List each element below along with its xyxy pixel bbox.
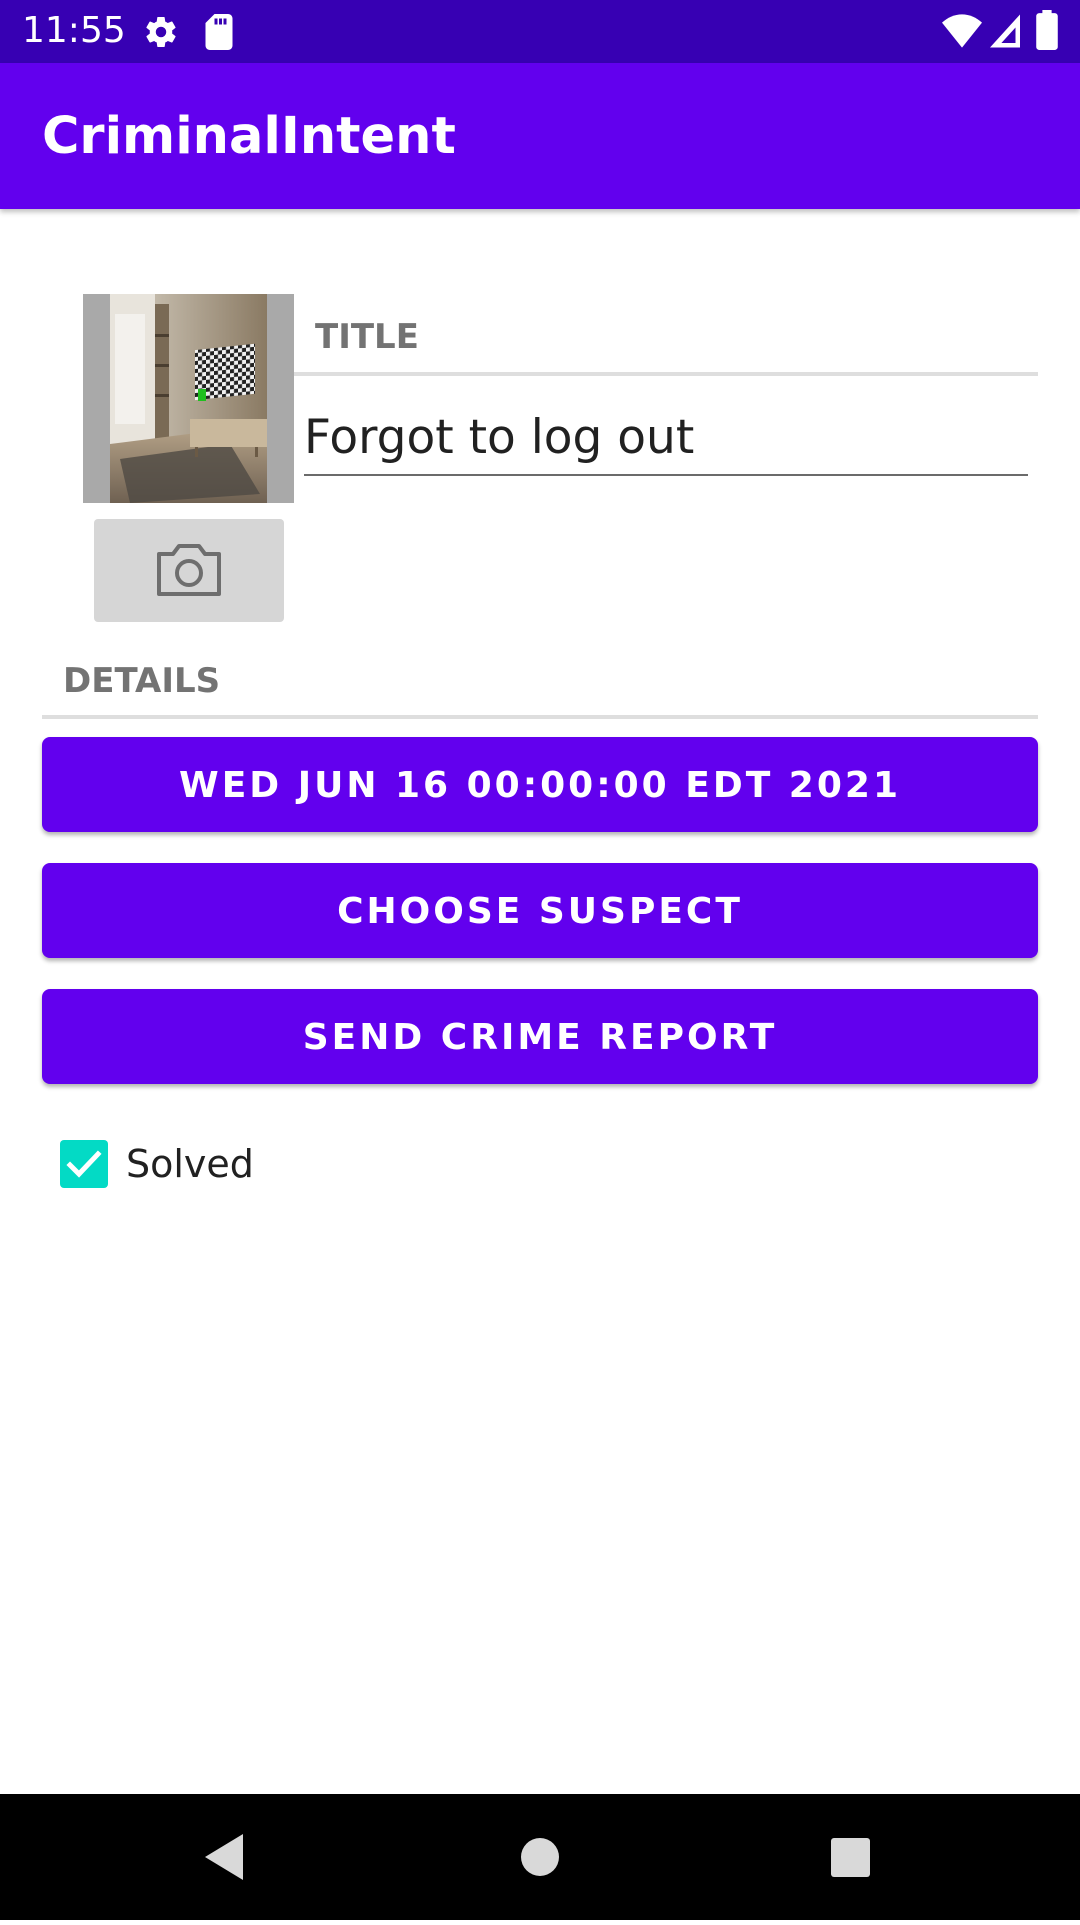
- send-crime-report-button[interactable]: SEND CRIME REPORT: [42, 989, 1038, 1084]
- check-icon: [66, 1150, 102, 1178]
- crime-photo-image: [110, 294, 267, 503]
- app-title: CriminalIntent: [42, 107, 456, 166]
- solved-label[interactable]: Solved: [126, 1142, 254, 1186]
- date-button[interactable]: WED JUN 16 00:00:00 EDT 2021: [42, 737, 1038, 832]
- details-label: DETAILS: [63, 661, 221, 701]
- title-input[interactable]: [304, 400, 1028, 476]
- title-divider: [294, 372, 1038, 376]
- wifi-icon: [942, 14, 982, 53]
- recents-icon: [831, 1838, 870, 1877]
- recents-button[interactable]: [790, 1794, 910, 1920]
- title-label: TITLE: [315, 317, 419, 357]
- back-icon: [205, 1834, 243, 1880]
- solved-checkbox[interactable]: [60, 1140, 108, 1188]
- signal-icon: [990, 14, 1020, 53]
- status-time: 11:55: [22, 10, 126, 51]
- crime-photo: [83, 294, 294, 503]
- settings-icon: [143, 14, 179, 55]
- battery-icon: [1036, 10, 1058, 55]
- details-divider: [42, 715, 1038, 719]
- status-bar: 11:55: [0, 0, 1080, 63]
- camera-icon: [157, 544, 221, 596]
- home-icon: [521, 1838, 559, 1876]
- navigation-bar: [0, 1794, 1080, 1920]
- app-bar: CriminalIntent: [0, 63, 1080, 209]
- camera-button[interactable]: [94, 519, 284, 622]
- choose-suspect-button[interactable]: CHOOSE SUSPECT: [42, 863, 1038, 958]
- home-button[interactable]: [480, 1794, 600, 1920]
- sd-card-icon: [203, 14, 235, 55]
- back-button[interactable]: [165, 1794, 285, 1920]
